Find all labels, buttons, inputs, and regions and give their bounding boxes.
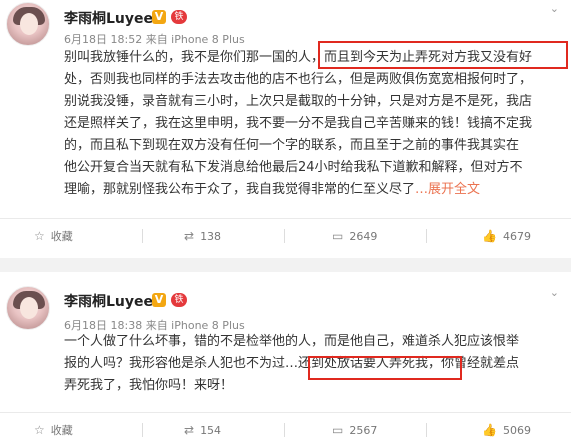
comment-count: 2567 (349, 423, 378, 437)
repost-button[interactable]: ⇄ 154 (184, 413, 221, 446)
avatar[interactable] (6, 286, 50, 330)
content-line: 别说我没锤，录音就有三小时，上次只是截取的十分钟，只是对方是不是死，我店 (64, 94, 533, 109)
like-button[interactable]: 👍 5069 (482, 413, 531, 446)
repost-icon: ⇄ (184, 423, 195, 437)
favorite-label: 收藏 (50, 424, 73, 437)
repost-count: 138 (200, 229, 222, 243)
action-bar: ☆ 收藏 ⇄ 138 ▭ 2649 👍 4679 (0, 218, 571, 252)
content-last-text: 理喻，那就别怪我公布于众了，我自我觉得非常的仁至义尽了 (64, 182, 416, 197)
action-bar: ☆ 收藏 ⇄ 154 ▭ 2567 👍 5069 (0, 412, 571, 446)
fan-badge-icon: 铁 (171, 10, 187, 24)
chevron-down-icon[interactable]: ⌄ (550, 2, 559, 15)
fan-badge-icon: 铁 (171, 293, 187, 307)
author-name[interactable]: 李雨桐Luyee (64, 291, 153, 311)
expand-full-link[interactable]: …展开全文 (415, 182, 480, 197)
content-line: 理喻，那就别怪我公布于众了，我自我觉得非常的仁至义尽了…展开全文 (64, 179, 559, 201)
highlight-box (318, 41, 568, 69)
verified-badge-icon: V (152, 10, 166, 24)
avatar[interactable] (6, 2, 50, 46)
thumbs-up-icon: 👍 (482, 229, 497, 243)
content-line: 他公开复合当天就有私下发消息给他最后24小时给我私下道歉和解释，但对方不 (64, 160, 523, 175)
post-divider (0, 258, 571, 272)
content-line: 处，否则我也同样的手法去攻击他的店不也行么，但是两败俱伤宽宽相报何时了， (64, 72, 533, 87)
comment-count: 2649 (349, 229, 378, 243)
comment-button[interactable]: ▭ 2567 (332, 413, 377, 446)
repost-button[interactable]: ⇄ 138 (184, 219, 221, 253)
favorite-button[interactable]: ☆ 收藏 (34, 219, 73, 253)
highlight-box (308, 356, 462, 380)
content-line: 一个人做了什么坏事，错的不是检举他的人，而是他自己，难道杀人犯应该恨举 (64, 334, 520, 349)
favorite-button[interactable]: ☆ 收藏 (34, 413, 73, 446)
content-line: 还是照样关了，我在这里申明，我不要一分不是我自己辛苦赚来的钱！钱搞不定我 (64, 116, 533, 131)
verified-badge-icon: V (152, 293, 166, 307)
favorite-label: 收藏 (50, 230, 73, 243)
weibo-post: 李雨桐Luyee V 铁 ⌄ 6月18日 18:38 来自 iPhone 8 P… (0, 272, 571, 446)
comment-button[interactable]: ▭ 2649 (332, 219, 377, 253)
chevron-down-icon[interactable]: ⌄ (550, 286, 559, 299)
post-meta: 6月18日 18:52 来自 iPhone 8 Plus (64, 33, 245, 46)
comment-icon: ▭ (332, 423, 344, 437)
star-icon: ☆ (34, 423, 45, 437)
comment-icon: ▭ (332, 229, 344, 243)
like-count: 5069 (502, 423, 531, 437)
content-line: 的，而且私下到现在双方没有任何一个字的联系，而且至于之前的事件我其实在 (64, 138, 520, 153)
author-name[interactable]: 李雨桐Luyee (64, 8, 153, 28)
like-button[interactable]: 👍 4679 (482, 219, 531, 253)
like-count: 4679 (502, 229, 531, 243)
repost-icon: ⇄ (184, 229, 195, 243)
thumbs-up-icon: 👍 (482, 423, 497, 437)
repost-count: 154 (200, 423, 222, 437)
post-content: 别叫我放锤什么的，我不是你们那一国的人，而且到今天为止弄死对方我又没有好 处，否… (64, 47, 559, 201)
star-icon: ☆ (34, 229, 45, 243)
weibo-post: 李雨桐Luyee V 铁 ⌄ 6月18日 18:52 来自 iPhone 8 P… (0, 0, 571, 258)
